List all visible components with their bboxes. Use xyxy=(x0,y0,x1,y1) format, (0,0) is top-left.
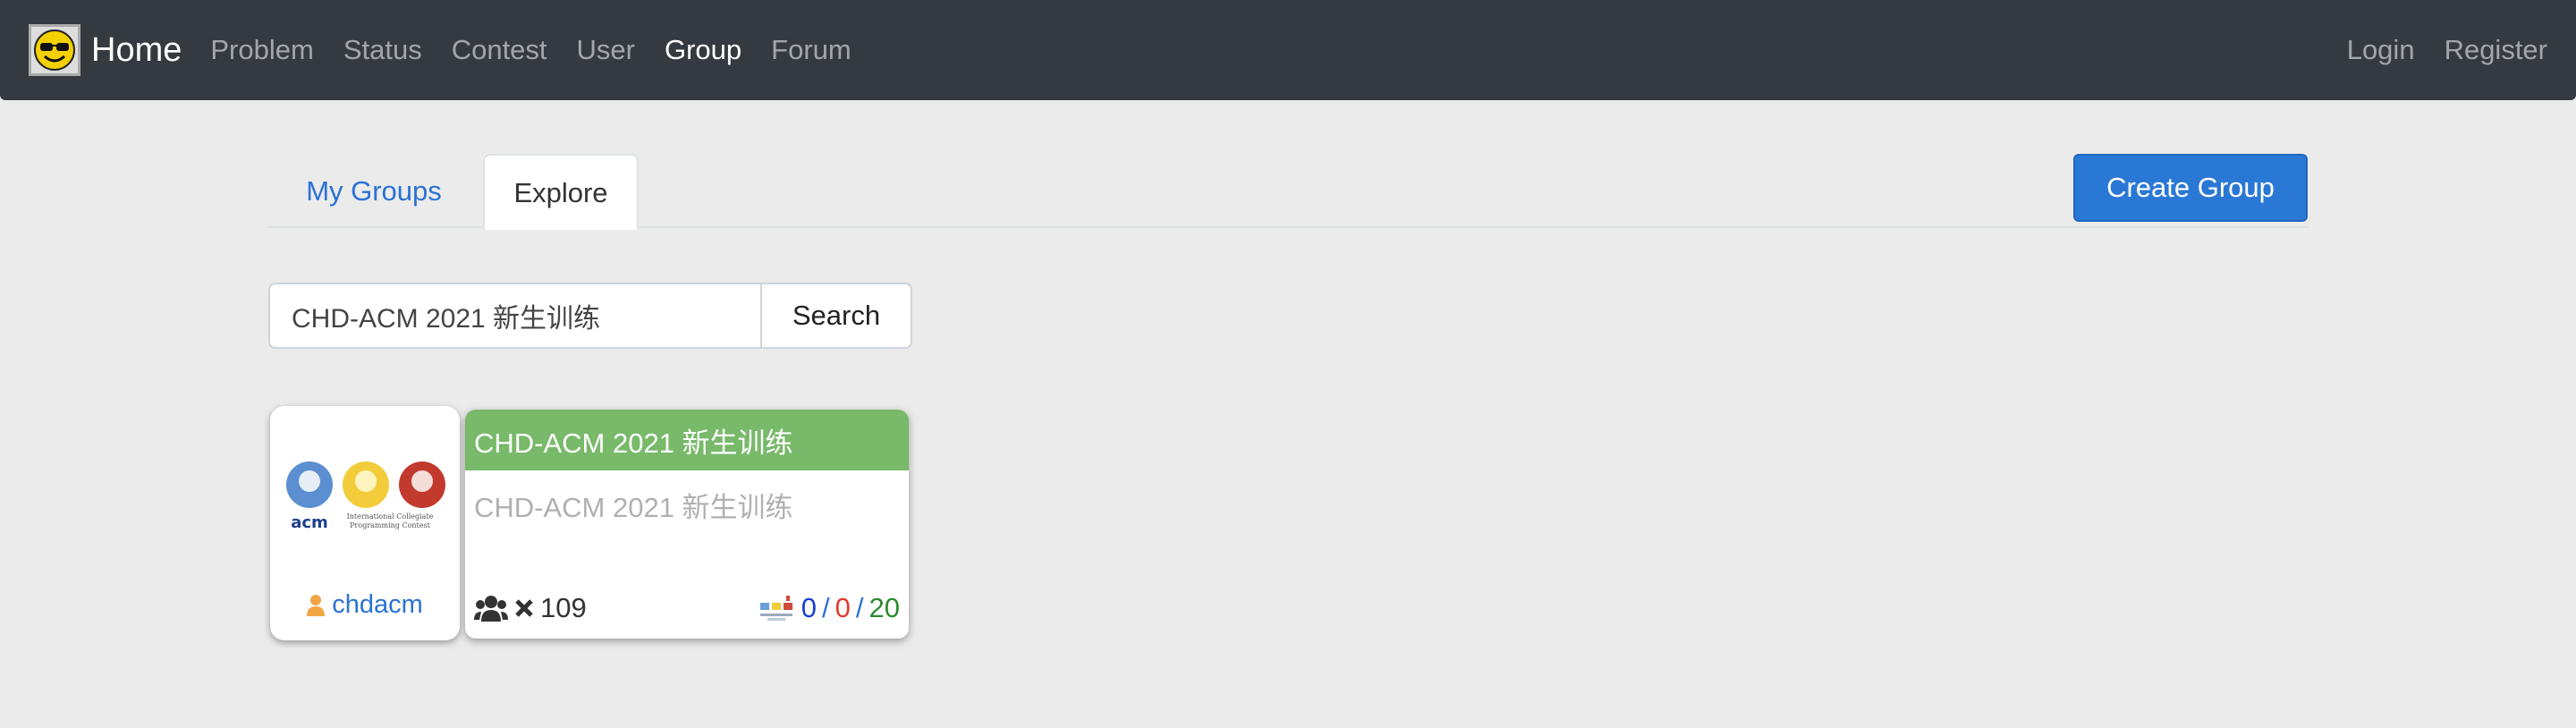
brand-link[interactable]: Home xyxy=(29,24,182,76)
nav-link-problem[interactable]: Problem xyxy=(210,34,313,66)
owner-card[interactable]: acm International Collegiate Programming… xyxy=(270,406,460,640)
stat-separator: / xyxy=(855,592,864,623)
login-link[interactable]: Login xyxy=(2347,34,2415,66)
stat-green: 20 xyxy=(869,592,900,623)
nav-link-contest[interactable]: Contest xyxy=(452,34,547,66)
tab-explore[interactable]: Explore xyxy=(483,154,639,230)
search-group: Search xyxy=(268,283,912,349)
group-tabs: My Groups Explore xyxy=(268,154,2309,230)
group-stats: 0 / 0 / 20 xyxy=(758,592,900,624)
group-card[interactable]: CHD-ACM 2021 新生训练 CHD-ACM 2021 新生训练 109 xyxy=(465,410,909,639)
search-input[interactable] xyxy=(268,283,762,349)
group-title: CHD-ACM 2021 新生训练 xyxy=(465,410,909,470)
nav-links: Problem Status Contest User Group Forum xyxy=(210,34,880,66)
search-button[interactable]: Search xyxy=(762,283,912,349)
nav-link-user[interactable]: User xyxy=(577,34,635,66)
owner-link[interactable]: chdacm xyxy=(270,590,460,620)
svg-text:Programming Contest: Programming Contest xyxy=(350,521,430,529)
navbar: Home Problem Status Contest User Group F… xyxy=(0,0,2576,100)
stat-blue: 0 xyxy=(801,592,818,623)
group-description: CHD-ACM 2021 新生训练 xyxy=(474,492,793,523)
smiley-logo-icon xyxy=(29,24,80,76)
brand-text: Home xyxy=(91,30,182,69)
register-link[interactable]: Register xyxy=(2445,34,2547,66)
stats-icon xyxy=(759,596,792,621)
acm-icpc-logo-icon: acm International Collegiate Programming… xyxy=(286,461,445,531)
nav-link-status[interactable]: Status xyxy=(343,34,422,66)
tab-my-groups[interactable]: My Groups xyxy=(268,154,479,228)
times-icon xyxy=(515,599,533,617)
owner-name: chdacm xyxy=(332,590,423,619)
svg-text:International Collegiate: International Collegiate xyxy=(347,512,434,521)
member-count: 109 xyxy=(474,592,587,624)
nav-link-group[interactable]: Group xyxy=(665,34,741,66)
svg-text:acm: acm xyxy=(291,513,328,531)
stat-red: 0 xyxy=(835,592,851,623)
nav-link-forum[interactable]: Forum xyxy=(771,34,852,66)
member-count-value: 109 xyxy=(540,592,587,623)
user-icon xyxy=(307,594,326,616)
nav-auth-links: Login Register xyxy=(2318,34,2547,66)
create-group-button[interactable]: Create Group xyxy=(2073,154,2308,222)
group-footer: 109 0 / 0 / 20 xyxy=(474,592,900,624)
users-icon xyxy=(474,596,508,622)
stat-separator: / xyxy=(822,592,830,623)
